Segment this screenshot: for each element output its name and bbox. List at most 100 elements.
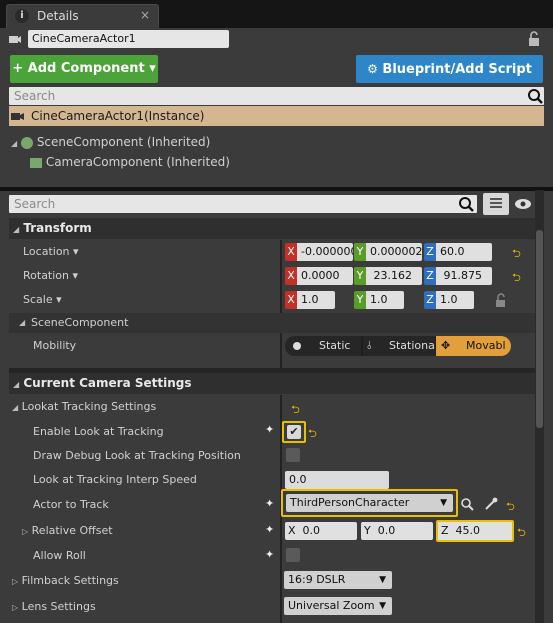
rotation-label[interactable]: Rotation ▾ bbox=[23, 269, 78, 282]
edit-condition-pin-icon[interactable]: ✦ bbox=[265, 548, 274, 561]
edit-condition-pin-icon[interactable]: ✦ bbox=[265, 423, 279, 437]
stationary-icon: ⫰ bbox=[367, 339, 372, 352]
relative-offset-label: Relative Offset bbox=[31, 524, 113, 537]
actor-to-track-highlight: ThirdPersonCharacter ▼ bbox=[281, 489, 458, 517]
offset-y-value: 0.0 bbox=[377, 524, 396, 537]
lens-dropdown[interactable]: Universal Zoom ▼ bbox=[284, 597, 392, 615]
actor-name-field[interactable]: CineCameraActor1 bbox=[28, 30, 229, 48]
add-component-button[interactable]: + Add Component ▾ bbox=[10, 55, 158, 83]
blueprint-add-script-button[interactable]: ⚙ Blueprint/Add Script bbox=[356, 55, 543, 83]
browse-search-icon[interactable] bbox=[460, 497, 474, 511]
component-tree-camera[interactable]: CameraComponent (Inherited) bbox=[30, 155, 230, 171]
camera-component-icon bbox=[30, 157, 42, 168]
scrollbar-thumb[interactable] bbox=[536, 230, 543, 428]
collapse-arrow-icon[interactable]: ◢ bbox=[11, 139, 17, 148]
component-tree-scene[interactable]: ◢ SceneComponent (Inherited) bbox=[11, 135, 210, 151]
camera-icon bbox=[11, 110, 25, 122]
rotation-x-input[interactable]: 0.0000 bbox=[297, 267, 353, 285]
mobility-toggle: Static ⫰ Stationa ✥ Movabl bbox=[285, 336, 511, 356]
mobility-movable-button[interactable]: ✥ Movabl bbox=[436, 336, 511, 356]
offset-x-input[interactable]: X 0.0 bbox=[285, 522, 357, 540]
actor-to-track-value: ThirdPersonCharacter bbox=[290, 496, 410, 509]
relative-offset-group[interactable]: ▷ Relative Offset bbox=[22, 524, 113, 537]
reset-location-icon[interactable]: ⮌ bbox=[512, 245, 521, 264]
axis-x-label: X bbox=[288, 524, 296, 537]
tab-details[interactable]: i Details × bbox=[6, 4, 159, 28]
offset-y-input[interactable]: Y 0.0 bbox=[361, 522, 433, 540]
camera-settings-header-label: Current Camera Settings bbox=[23, 376, 192, 390]
reset-lookat-icon[interactable]: ⮌ bbox=[291, 401, 300, 420]
filmback-value: 16:9 DSLR bbox=[288, 573, 346, 586]
movable-label: Movabl bbox=[466, 339, 506, 352]
scene-component-icon bbox=[20, 136, 33, 149]
blueprint-button-label: Blueprint/Add Script bbox=[382, 62, 532, 77]
collapse-arrow-icon: ▷ bbox=[22, 527, 29, 536]
offset-x-value: 0.0 bbox=[302, 524, 321, 537]
camera-settings-category-header[interactable]: ◢ Current Camera Settings bbox=[9, 373, 535, 394]
filmback-dropdown[interactable]: 16:9 DSLR ▼ bbox=[284, 571, 392, 589]
close-icon[interactable]: × bbox=[140, 8, 150, 22]
movable-icon: ✥ bbox=[441, 339, 451, 352]
scale-label[interactable]: Scale ▾ bbox=[23, 293, 62, 306]
axis-x-label: X bbox=[285, 291, 297, 309]
component-search-input[interactable]: Search bbox=[9, 87, 544, 105]
reset-offset-icon[interactable]: ⮌ bbox=[517, 524, 526, 543]
instance-label: CineCameraActor1(Instance) bbox=[31, 109, 205, 123]
interp-speed-input[interactable]: 0.0 bbox=[285, 471, 389, 489]
scale-x-input[interactable]: 1.0 bbox=[297, 291, 335, 309]
rotation-y-input[interactable]: 23.162 bbox=[366, 267, 422, 285]
filmback-label: Filmback Settings bbox=[21, 574, 119, 587]
expand-arrow-icon: ◢ bbox=[19, 318, 26, 327]
search-icon[interactable] bbox=[526, 87, 544, 105]
lens-group[interactable]: ▷ Lens Settings bbox=[12, 600, 96, 613]
axis-y-label: Y bbox=[354, 291, 366, 309]
details-search-input[interactable]: Search bbox=[9, 195, 477, 213]
column-divider[interactable] bbox=[280, 240, 282, 370]
static-icon bbox=[293, 342, 301, 350]
scene-component-subheader[interactable]: ◢ SceneComponent bbox=[9, 313, 535, 333]
panel-splitter[interactable] bbox=[0, 187, 553, 191]
location-z-input[interactable]: 60.0 bbox=[436, 243, 492, 261]
location-label[interactable]: Location ▾ bbox=[23, 245, 79, 258]
location-y-input[interactable]: 0.000002 bbox=[366, 243, 422, 261]
component-tree-instance[interactable]: CineCameraActor1(Instance) bbox=[9, 106, 544, 126]
eyedropper-icon[interactable] bbox=[484, 497, 498, 511]
enable-look-checkbox[interactable]: ✔ bbox=[287, 425, 301, 439]
rotation-vector: X 0.0000 Y 23.162 Z 91.875 bbox=[285, 267, 495, 285]
transform-category-header[interactable]: ◢ Transform bbox=[9, 218, 535, 239]
mobility-static-button[interactable]: Static bbox=[285, 336, 361, 356]
draw-debug-checkbox[interactable] bbox=[286, 448, 300, 462]
reset-rotation-icon[interactable]: ⮌ bbox=[512, 269, 521, 288]
axis-y-label: Y bbox=[364, 524, 371, 537]
scale-lock-icon[interactable] bbox=[494, 292, 508, 308]
axis-z-label: Z bbox=[424, 267, 436, 285]
rotation-z-input[interactable]: 91.875 bbox=[436, 267, 492, 285]
edit-condition-pin-icon[interactable]: ✦ bbox=[265, 497, 274, 510]
axis-z-label: Z bbox=[424, 291, 436, 309]
reset-enable-look-icon[interactable]: ⮌ bbox=[308, 425, 317, 444]
lookat-tracking-group[interactable]: ◢ Lookat Tracking Settings bbox=[12, 400, 156, 413]
mobility-stationary-button[interactable]: ⫰ Stationa bbox=[363, 336, 435, 356]
reset-actor-icon[interactable]: ⮌ bbox=[506, 498, 515, 517]
scale-z-input[interactable]: 1.0 bbox=[436, 291, 474, 309]
filmback-group[interactable]: ▷ Filmback Settings bbox=[12, 574, 119, 587]
camera-component-label: CameraComponent (Inherited) bbox=[45, 155, 230, 169]
actor-to-track-dropdown[interactable]: ThirdPersonCharacter ▼ bbox=[286, 494, 453, 512]
edit-condition-pin-icon[interactable]: ✦ bbox=[265, 523, 274, 536]
stationary-label: Stationa bbox=[389, 339, 435, 352]
lock-icon[interactable] bbox=[527, 31, 541, 47]
location-x-input[interactable]: -0.000000 bbox=[297, 243, 353, 261]
location-vector: X -0.000000 Y 0.000002 Z 60.0 bbox=[285, 243, 495, 261]
collapse-arrow-icon: ▷ bbox=[12, 603, 19, 612]
lens-label: Lens Settings bbox=[21, 600, 96, 613]
allow-roll-checkbox[interactable] bbox=[286, 548, 300, 562]
details-search-icon[interactable] bbox=[457, 195, 475, 213]
scale-y-input[interactable]: 1.0 bbox=[366, 291, 404, 309]
expand-arrow-icon: ◢ bbox=[12, 403, 19, 412]
allow-roll-label: Allow Roll bbox=[33, 549, 86, 562]
offset-z-input[interactable]: Z 45.0 bbox=[436, 520, 514, 542]
property-matrix-button[interactable] bbox=[483, 193, 509, 215]
draw-debug-label: Draw Debug Look at Tracking Position bbox=[33, 449, 241, 462]
collapse-arrow-icon: ▷ bbox=[12, 577, 19, 586]
scene-component-sublabel: SceneComponent bbox=[31, 316, 129, 329]
